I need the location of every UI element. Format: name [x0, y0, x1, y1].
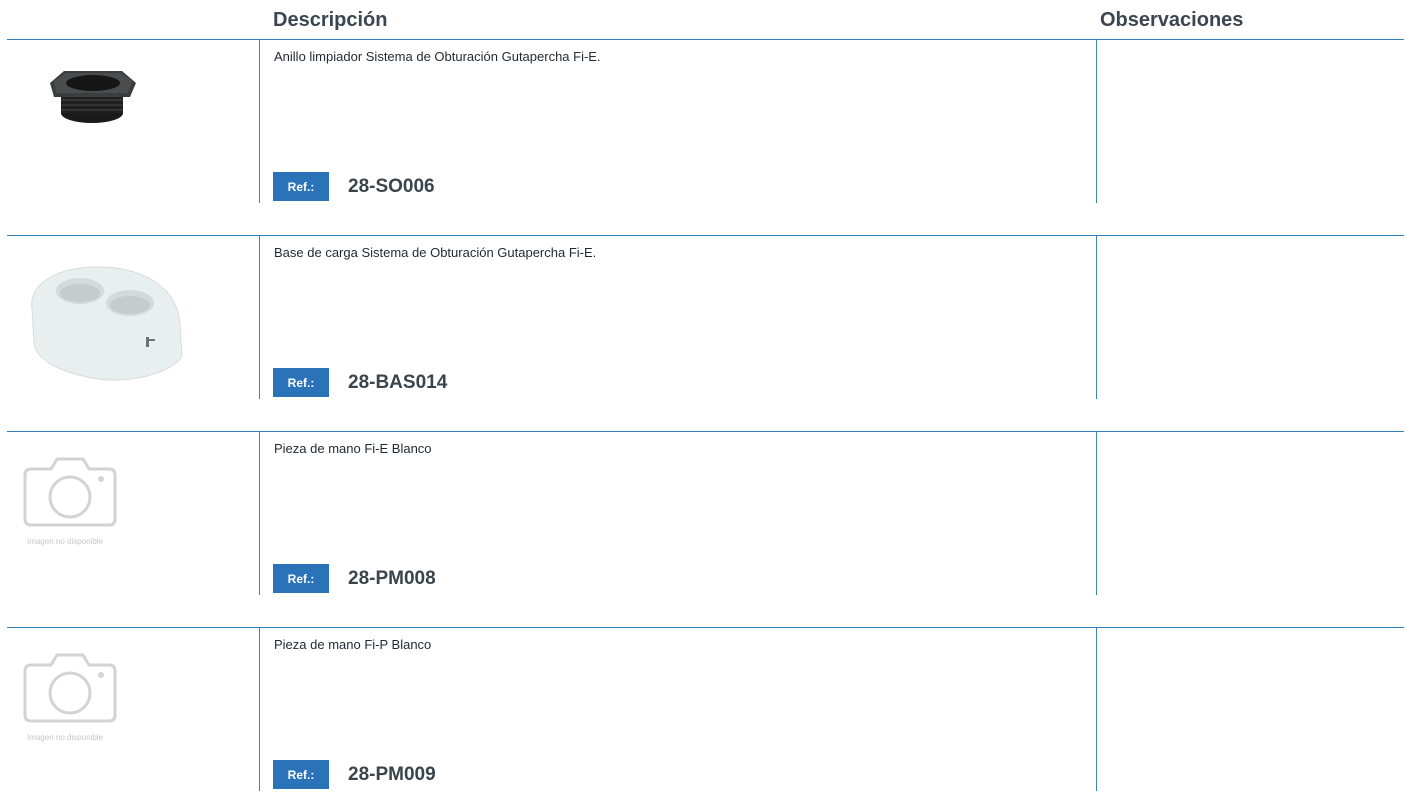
ref-badge: Ref.: — [273, 564, 329, 593]
ref-badge: Ref.: — [273, 760, 329, 789]
column-divider — [1096, 40, 1097, 203]
column-divider — [259, 432, 260, 595]
image-placeholder: Imagen no disponible — [0, 647, 130, 747]
image-unavailable-caption: Imagen no disponible — [26, 537, 104, 546]
column-divider — [1096, 628, 1097, 791]
column-divider — [1096, 236, 1097, 399]
product-description: Pieza de mano Fi-E Blanco — [274, 441, 432, 456]
column-divider — [259, 236, 260, 399]
column-header-description: Descripción — [273, 9, 388, 31]
row-divider — [7, 39, 1404, 40]
product-row: Anillo limpiador Sistema de Obturación G… — [0, 39, 1407, 205]
ref-code: 28-SO006 — [348, 176, 435, 197]
row-divider — [7, 627, 1404, 628]
ref-badge: Ref.: — [273, 172, 329, 201]
product-description: Pieza de mano Fi-P Blanco — [274, 637, 432, 652]
product-description: Base de carga Sistema de Obturación Guta… — [274, 245, 597, 260]
image-placeholder: Imagen no disponible — [0, 451, 130, 551]
product-row: Imagen no disponible Pieza de mano Fi-E … — [0, 431, 1407, 597]
row-divider — [7, 431, 1404, 432]
ref-code: 28-BAS014 — [348, 372, 448, 393]
product-image[interactable] — [42, 65, 142, 135]
image-unavailable-caption: Imagen no disponible — [26, 733, 104, 742]
product-row: Imagen no disponible Pieza de mano Fi-P … — [0, 627, 1407, 793]
camera-placeholder-icon — [23, 653, 117, 723]
column-divider — [259, 628, 260, 791]
ref-code: 28-PM008 — [348, 568, 436, 589]
ref-badge: Ref.: — [273, 368, 329, 397]
ref-code: 28-PM009 — [348, 764, 436, 785]
camera-placeholder-icon — [23, 457, 117, 527]
column-header-observations: Observaciones — [1100, 9, 1244, 31]
column-divider — [259, 40, 260, 203]
product-image[interactable] — [18, 253, 193, 383]
row-divider — [7, 235, 1404, 236]
table-header: Descripción Observaciones — [0, 0, 1407, 40]
column-divider — [1096, 432, 1097, 595]
product-row: Base de carga Sistema de Obturación Guta… — [0, 235, 1407, 401]
product-description: Anillo limpiador Sistema de Obturación G… — [274, 49, 601, 64]
